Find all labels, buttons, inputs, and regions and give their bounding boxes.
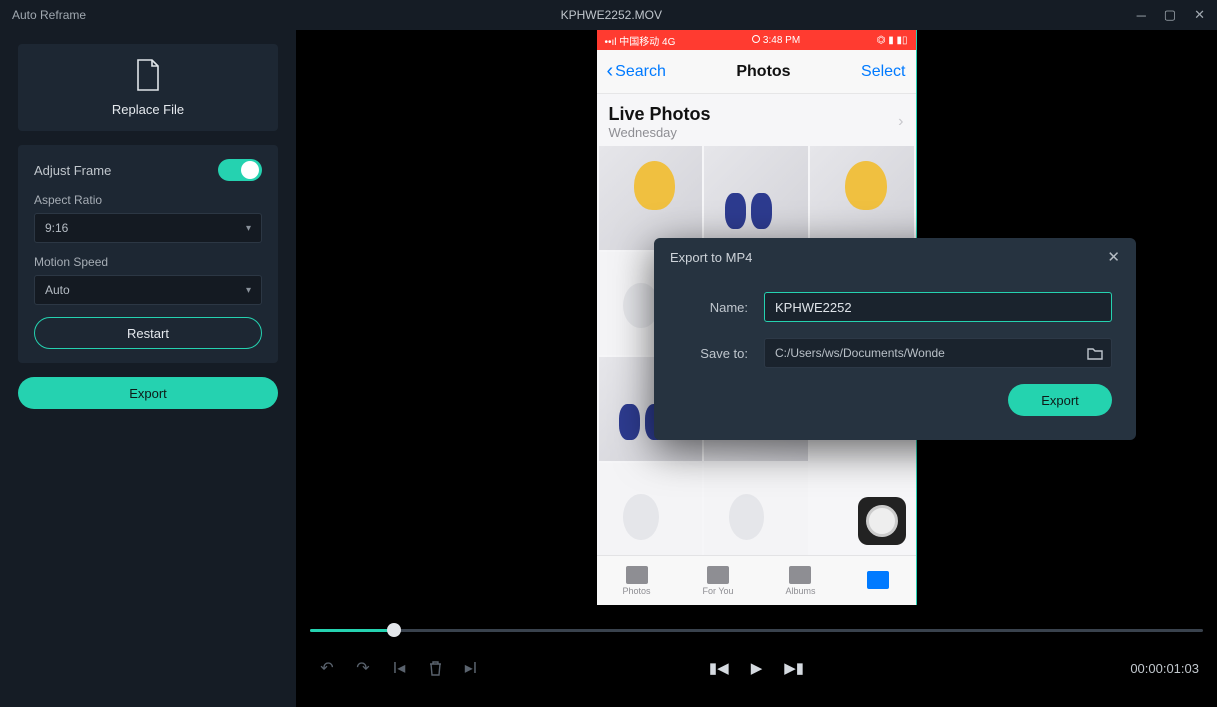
trash-icon[interactable] <box>422 655 448 681</box>
chevron-right-icon: › <box>898 113 903 131</box>
phone-carrier: ••ıl 中国移动 4G <box>605 33 676 48</box>
undo-icon[interactable]: ↶ <box>314 655 340 681</box>
folder-icon[interactable] <box>1087 347 1103 360</box>
name-label: Name: <box>678 300 748 315</box>
save-to-path: C:/Users/ws/Documents/Wonde <box>775 346 945 360</box>
seek-thumb[interactable] <box>387 623 401 637</box>
titlebar: Auto Reframe KPHWE2252.MOV ─ ▢ ✕ <box>0 0 1217 30</box>
save-to-label: Save to: <box>678 346 748 361</box>
restart-button[interactable]: Restart <box>34 317 262 349</box>
motion-speed-label: Motion Speed <box>34 255 262 269</box>
phone-back: ‹Search <box>607 60 666 83</box>
phone-section-title: Live Photos <box>609 104 711 125</box>
phone-status-bar: ••ıl 中国移动 4G 3:48 PM ⏣ ▮ ▮▯ <box>597 30 916 50</box>
phone-section-sub: Wednesday <box>609 125 711 140</box>
chevron-down-icon: ▾ <box>246 285 251 296</box>
next-frame-icon[interactable]: ▶▮ <box>784 659 804 677</box>
aspect-ratio-label: Aspect Ratio <box>34 193 262 207</box>
dialog-export-button[interactable]: Export <box>1008 384 1112 416</box>
export-button[interactable]: Export <box>18 377 278 409</box>
skip-start-icon[interactable]: I◂ <box>386 655 412 681</box>
phone-tabbar: Photos For You Albums <box>597 555 916 605</box>
phone-live-button <box>858 497 906 545</box>
timeline-seek[interactable] <box>310 617 1203 643</box>
preview-area: ••ıl 中国移动 4G 3:48 PM ⏣ ▮ ▮▯ ‹Search Phot… <box>296 30 1217 707</box>
aspect-ratio-value: 9:16 <box>45 221 68 235</box>
motion-speed-value: Auto <box>45 283 70 297</box>
window-minimize-icon[interactable]: ─ <box>1137 8 1146 23</box>
adjust-frame-toggle[interactable] <box>218 159 262 181</box>
dialog-title: Export to MP4 <box>670 250 752 265</box>
file-name: KPHWE2252.MOV <box>86 8 1137 22</box>
window-close-icon[interactable]: ✕ <box>1194 7 1205 23</box>
motion-speed-select[interactable]: Auto ▾ <box>34 275 262 305</box>
phone-select: Select <box>861 63 905 81</box>
redo-icon[interactable]: ↷ <box>350 655 376 681</box>
play-icon[interactable]: ▶ <box>751 659 763 677</box>
replace-file-button[interactable]: Replace File <box>34 58 262 117</box>
phone-title: Photos <box>736 63 790 81</box>
skip-end-icon[interactable]: ▸I <box>458 655 484 681</box>
file-plus-icon <box>134 58 162 92</box>
phone-clock: 3:48 PM <box>752 35 800 46</box>
name-input[interactable] <box>764 292 1112 322</box>
replace-file-label: Replace File <box>112 102 184 117</box>
timecode: 00:00:01:03 <box>1130 661 1199 676</box>
prev-frame-icon[interactable]: ▮◀ <box>709 659 729 677</box>
adjust-frame-label: Adjust Frame <box>34 163 111 178</box>
phone-nav: ‹Search Photos Select <box>597 50 916 94</box>
phone-battery-icon: ⏣ ▮ ▮▯ <box>877 35 908 46</box>
dialog-close-icon[interactable]: ✕ <box>1107 248 1120 266</box>
phone-section-header: Live Photos Wednesday › <box>597 94 916 144</box>
chevron-down-icon: ▾ <box>246 223 251 234</box>
aspect-ratio-select[interactable]: 9:16 ▾ <box>34 213 262 243</box>
app-title: Auto Reframe <box>12 8 86 22</box>
sidebar: Replace File Adjust Frame Aspect Ratio 9… <box>0 30 296 707</box>
window-maximize-icon[interactable]: ▢ <box>1164 7 1176 23</box>
export-dialog: Export to MP4 ✕ Name: Save to: C:/Users/… <box>654 238 1136 440</box>
